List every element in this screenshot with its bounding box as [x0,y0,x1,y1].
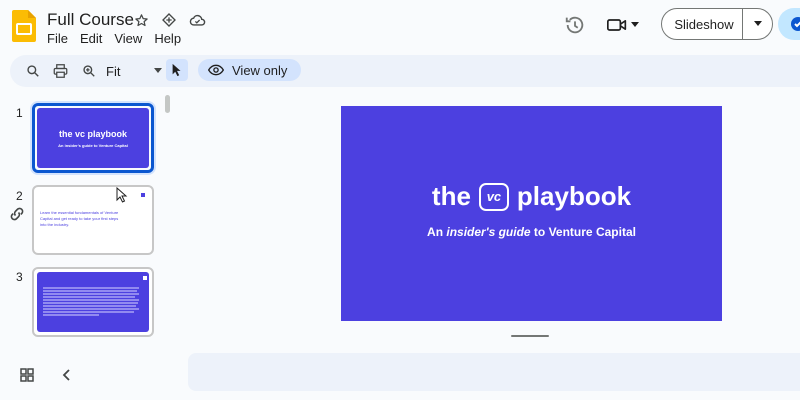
thumb-title: the vc playbook [58,129,128,139]
version-history-icon[interactable] [564,14,586,36]
caret-down-icon [631,22,639,27]
share-button[interactable] [778,8,800,40]
star-icon[interactable] [132,11,150,29]
cursor-arrow-icon [172,63,181,77]
search-icon [27,65,39,77]
slide-thumbnail-2[interactable]: Learn the essential fundamentals of Vent… [32,185,154,255]
search-menus-button[interactable] [24,55,42,87]
video-camera-icon [607,19,627,31]
subtitle-emphasis: insider's guide [446,225,531,239]
linked-slide-icon [10,207,24,221]
cloud-status-icon[interactable] [188,11,206,29]
document-title[interactable]: Full Course [47,10,134,30]
collapse-filmstrip-icon[interactable] [60,367,74,383]
slides-logo-icon[interactable] [12,10,36,42]
thumb-content [37,272,149,332]
menu-help[interactable]: Help [154,31,181,46]
menu-edit[interactable]: Edit [80,31,102,46]
title-actions [132,11,206,29]
menu-bar: File Edit View Help [47,31,181,46]
slide-title: the vc playbook [341,181,722,212]
speaker-notes-panel[interactable] [188,353,800,391]
zoom-value: Fit [106,63,121,79]
print-button[interactable] [50,55,70,87]
slideshow-label[interactable]: Slideshow [662,17,742,32]
slide-subtitle: An insider's guide to Venture Capital [427,225,636,239]
slide-thumbnail-1[interactable]: the vc playbook An insider's guide to Ve… [32,103,154,173]
caret-down-icon [154,68,162,73]
view-only-label: View only [232,62,288,78]
slide-canvas[interactable]: the vc playbook An insider's guide to Ve… [341,106,722,321]
toolbar: Fit [10,55,800,87]
slide-number: 1 [16,106,23,120]
mouse-pointer-icon [116,187,128,203]
thumb-text-lines [43,276,147,316]
menu-view[interactable]: View [114,31,142,46]
thumb-body-text: Learn the essential fundamentals of Vent… [40,210,119,227]
meet-button[interactable] [607,13,647,37]
slide-title-right: playbook [516,181,632,211]
thumb-subtitle: An insider's guide to Venture Capital [58,143,128,148]
zoom-select[interactable]: Fit [106,55,162,87]
print-icon [53,64,67,78]
view-only-chip[interactable]: View only [198,59,302,81]
slideshow-options-button[interactable] [742,9,772,39]
slide-number: 3 [16,270,23,284]
notes-resize-handle[interactable] [511,335,549,337]
zoom-button[interactable] [80,55,98,87]
slideshow-button[interactable]: Slideshow [661,8,773,40]
menu-file[interactable]: File [47,31,68,46]
caret-down-icon [753,21,762,26]
slide-number: 2 [16,189,23,203]
share-check-icon [791,17,800,31]
filmstrip-scrollbar[interactable] [165,95,170,113]
slide-thumbnail-3[interactable] [32,267,154,337]
vc-logo-badge: vc [478,182,509,211]
select-tool-button[interactable] [166,59,188,81]
move-to-folder-icon[interactable] [160,11,178,29]
thumb-logo-mark [141,193,145,197]
eye-icon [208,64,224,76]
zoom-in-icon [83,65,95,77]
slide-title-left: the [431,181,471,211]
grid-view-icon[interactable] [20,368,34,382]
